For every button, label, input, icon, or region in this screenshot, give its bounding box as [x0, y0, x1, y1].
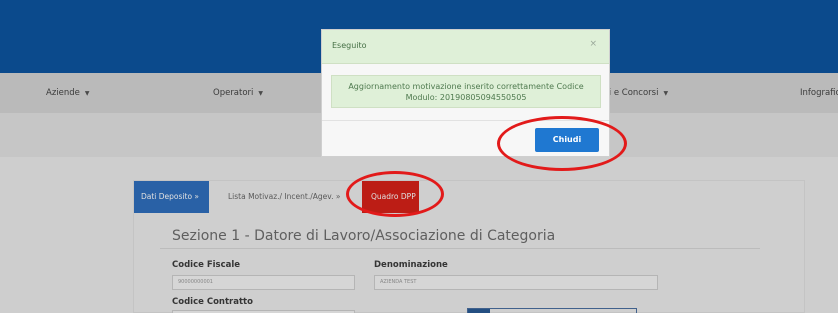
alert-message-line-2: Modulo: 20190805094550505	[405, 93, 527, 102]
modal-header: Eseguito ×	[322, 30, 609, 64]
modal-title: Eseguito	[332, 41, 367, 50]
success-alert: Aggiornamento motivazione inserito corre…	[331, 75, 601, 108]
annotation-ring-quadro-dpp	[346, 171, 444, 217]
close-icon[interactable]: ×	[589, 39, 597, 49]
annotation-ring-chiudi	[497, 116, 627, 171]
alert-message-line-1: Aggiornamento motivazione inserito corre…	[348, 82, 584, 91]
